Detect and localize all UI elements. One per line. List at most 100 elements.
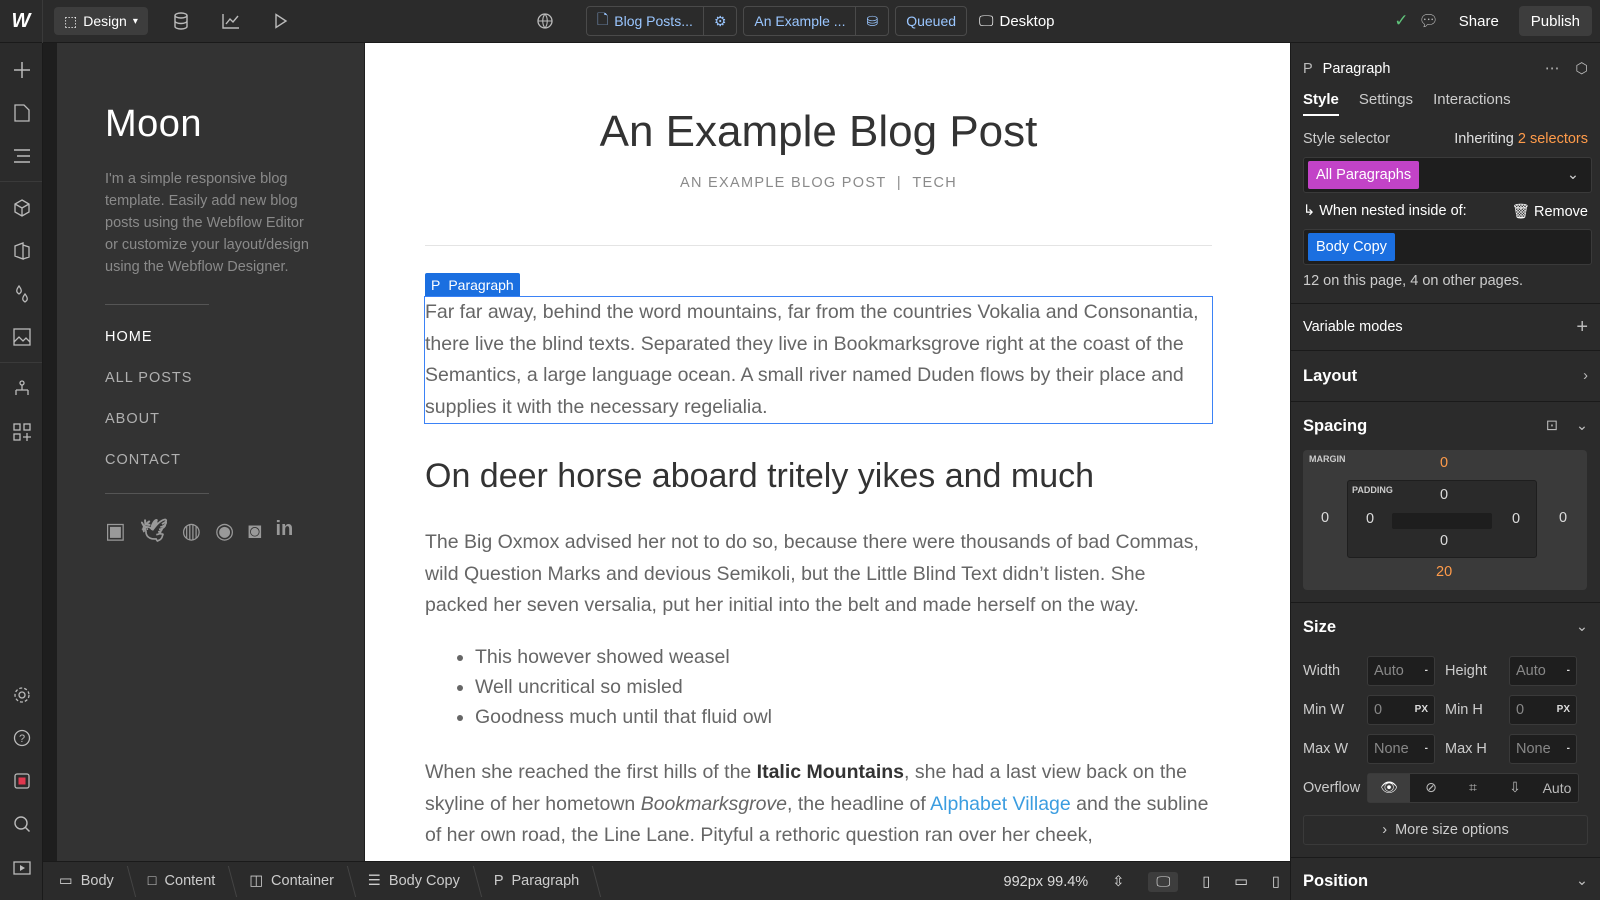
breadcrumb-body-copy[interactable]: ☰ Body Copy xyxy=(352,862,478,900)
design-mode-button[interactable]: ⬚ Design ▾ xyxy=(54,7,148,35)
padding-right-value[interactable]: 0 xyxy=(1512,511,1520,527)
margin-right-value[interactable]: 0 xyxy=(1559,510,1567,526)
margin-bottom-value[interactable]: 20 xyxy=(1436,564,1452,580)
height-input[interactable]: Auto - xyxy=(1509,655,1577,686)
publish-status[interactable]: Queued xyxy=(895,6,968,36)
list-item[interactable]: Goodness much until that fluid owl xyxy=(475,702,772,732)
position-section-header[interactable]: Position ⌄ xyxy=(1291,858,1600,900)
search-icon[interactable] xyxy=(0,802,43,845)
post-paragraph-3[interactable]: When she reached the first hills of the … xyxy=(425,757,1212,852)
tab-interactions[interactable]: Interactions xyxy=(1433,91,1511,108)
apps-icon[interactable] xyxy=(0,410,43,453)
tab-settings[interactable]: Settings xyxy=(1359,91,1413,108)
webflow-logo[interactable]: W xyxy=(0,0,43,43)
post-heading-2[interactable]: On deer horse aboard tritely yikes and m… xyxy=(425,457,1094,496)
preview-play-icon[interactable] xyxy=(256,0,306,43)
facebook-icon[interactable]: ▣ xyxy=(105,518,126,544)
plus-icon[interactable]: + xyxy=(1576,316,1588,339)
mobile-portrait-icon[interactable]: ▯ xyxy=(1272,874,1280,890)
overflow-clip-icon[interactable]: ⇩ xyxy=(1494,774,1536,802)
min-height-input[interactable]: 0 PX xyxy=(1509,694,1577,725)
inheriting-info[interactable]: Inheriting 2 selectors xyxy=(1454,131,1588,147)
more-options-icon[interactable]: ⋯ xyxy=(1545,61,1560,77)
share-button[interactable]: Share xyxy=(1449,6,1509,36)
globe-icon[interactable] xyxy=(530,6,560,36)
selected-paragraph[interactable]: Far far away, behind the word mountains,… xyxy=(424,296,1213,424)
site-title[interactable]: Moon xyxy=(105,103,316,146)
analytics-icon[interactable] xyxy=(206,0,256,43)
min-width-input[interactable]: 0 PX xyxy=(1367,694,1435,725)
nav-link-about[interactable]: ABOUT xyxy=(105,411,316,452)
breakpoint-selector[interactable]: 🖵 Desktop xyxy=(979,13,1055,30)
settings-gear-icon[interactable] xyxy=(0,673,43,716)
collection-item-dropdown[interactable]: An Example ... xyxy=(744,7,855,35)
site-sidebar[interactable]: Moon I'm a simple responsive blog templa… xyxy=(57,43,364,861)
nested-selector-field[interactable]: Body Copy xyxy=(1303,229,1592,265)
twitter-icon[interactable]: 🕊︎ xyxy=(140,518,168,544)
video-tutorial-icon[interactable] xyxy=(0,845,43,888)
resize-height-icon[interactable]: ⇳ xyxy=(1112,874,1124,890)
post-title[interactable]: An Example Blog Post xyxy=(365,107,1272,157)
overflow-hidden-icon[interactable]: ⊘ xyxy=(1410,774,1452,802)
padding-top-value[interactable]: 0 xyxy=(1440,487,1448,503)
dribbble-icon[interactable]: ◍ xyxy=(182,518,201,544)
chevron-down-icon[interactable]: ⌄ xyxy=(1567,167,1587,183)
nav-link-home[interactable]: HOME xyxy=(105,329,316,370)
page-settings-button[interactable]: ⚙ xyxy=(702,7,737,35)
spacing-section-header[interactable]: Spacing ⊡ ⌄ xyxy=(1291,402,1600,450)
selector-chip-body-copy[interactable]: Body Copy xyxy=(1308,233,1395,261)
nav-link-all-posts[interactable]: ALL POSTS xyxy=(105,370,316,411)
breadcrumb-paragraph[interactable]: P Paragraph xyxy=(478,862,597,900)
comment-icon[interactable]: 💬︎ xyxy=(1418,11,1438,31)
selected-element-tag[interactable]: P Paragraph xyxy=(425,273,520,297)
max-width-input[interactable]: None - xyxy=(1367,733,1435,764)
breadcrumb-body[interactable]: ▭ Body xyxy=(43,862,132,900)
breadcrumb-content[interactable]: □ Content xyxy=(132,862,234,900)
post-bullet-list[interactable]: This however showed weasel Well uncritic… xyxy=(475,642,772,732)
desktop-breakpoint-icon[interactable]: 🖵 xyxy=(1148,871,1179,892)
nav-link-contact[interactable]: CONTACT xyxy=(105,452,316,493)
mobile-landscape-icon[interactable]: ▭ xyxy=(1234,874,1248,890)
padding-bottom-value[interactable]: 0 xyxy=(1440,533,1448,549)
assets-icon[interactable] xyxy=(0,315,43,358)
variable-modes-row[interactable]: Variable modes + xyxy=(1291,304,1600,350)
more-size-options-button[interactable]: › More size options xyxy=(1303,815,1588,845)
width-input[interactable]: Auto - xyxy=(1367,655,1435,686)
record-icon[interactable] xyxy=(0,759,43,802)
breadcrumb-container[interactable]: ◫ Container xyxy=(233,862,352,900)
site-description[interactable]: I'm a simple responsive blog template. E… xyxy=(105,168,320,278)
pages-icon[interactable] xyxy=(0,91,43,134)
overflow-auto-option[interactable]: Auto xyxy=(1536,774,1578,802)
add-elements-icon[interactable] xyxy=(0,48,43,91)
post-meta[interactable]: AN EXAMPLE BLOG POST | TECH xyxy=(365,175,1272,191)
publish-button[interactable]: Publish xyxy=(1518,6,1592,36)
margin-top-value[interactable]: 0 xyxy=(1440,455,1448,471)
components-icon[interactable] xyxy=(0,186,43,229)
selector-chip-all-paragraphs[interactable]: All Paragraphs xyxy=(1308,161,1420,189)
logic-icon[interactable] xyxy=(0,367,43,410)
margin-left-value[interactable]: 0 xyxy=(1321,510,1329,526)
variables-icon[interactable] xyxy=(0,272,43,315)
spacing-mode-icon[interactable]: ⊡ xyxy=(1546,418,1558,434)
help-icon[interactable]: ? xyxy=(0,716,43,759)
page-dropdown[interactable]: 🗋 Blog Posts... xyxy=(587,7,703,35)
class-selector-field[interactable]: All Paragraphs ⌄ xyxy=(1303,157,1592,193)
list-item[interactable]: This however showed weasel xyxy=(475,642,772,672)
max-height-input[interactable]: None - xyxy=(1509,733,1577,764)
blog-post-page[interactable]: An Example Blog Post AN EXAMPLE BLOG POS… xyxy=(365,43,1290,861)
overflow-scroll-icon[interactable]: ⌗ xyxy=(1452,774,1494,802)
post-paragraph-2[interactable]: The Big Oxmox advised her not to do so, … xyxy=(425,527,1212,622)
layout-section-header[interactable]: Layout › xyxy=(1291,351,1600,401)
linkedin-icon[interactable]: in xyxy=(275,518,293,544)
overflow-visible-icon[interactable]: 👁︎ xyxy=(1368,773,1410,802)
navigator-icon[interactable] xyxy=(0,134,43,177)
collection-settings-button[interactable]: ⛁ xyxy=(855,7,888,35)
github-icon[interactable]: ◉ xyxy=(215,518,234,544)
canvas-width-zoom[interactable]: 992px 99.4% xyxy=(1004,874,1089,890)
designer-canvas[interactable]: Moon I'm a simple responsive blog templa… xyxy=(43,43,1290,861)
cms-icon[interactable] xyxy=(0,229,43,272)
remove-button[interactable]: 🗑︎ Remove xyxy=(1512,203,1588,220)
padding-left-value[interactable]: 0 xyxy=(1366,511,1374,527)
size-section-header[interactable]: Size ⌄ xyxy=(1291,603,1600,651)
tablet-icon[interactable]: ▯ xyxy=(1202,874,1210,890)
